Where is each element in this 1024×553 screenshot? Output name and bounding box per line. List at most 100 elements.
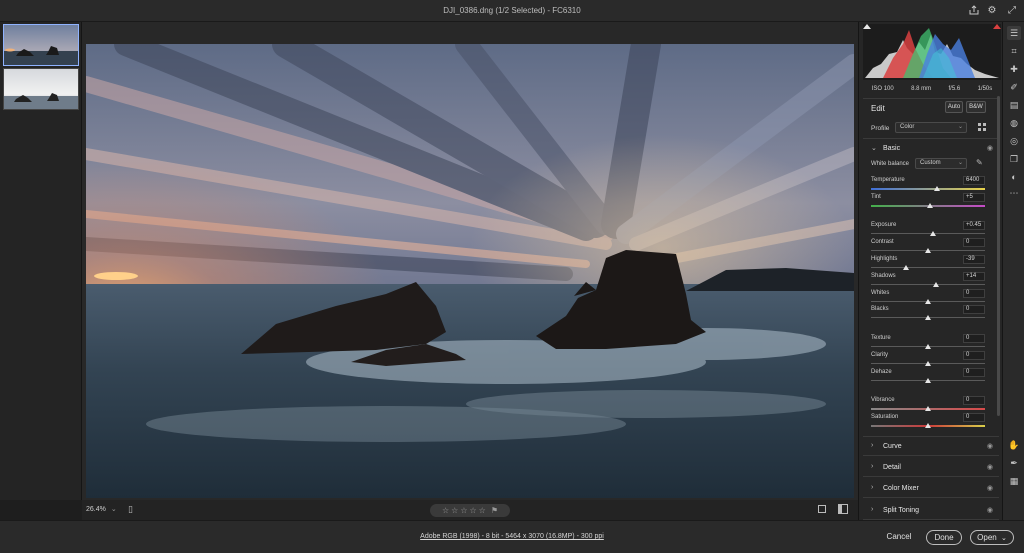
slider-texture[interactable]: Texture 0 bbox=[871, 334, 985, 351]
visibility-eye-icon[interactable]: ◉ bbox=[987, 463, 993, 471]
section-curve[interactable]: › Curve ◉ bbox=[863, 438, 999, 456]
star-rating[interactable]: ☆ ☆ ☆ ☆ ☆ ⚑ bbox=[430, 504, 510, 517]
slider-label: Contrast bbox=[871, 239, 894, 245]
shadow-clipping-icon[interactable] bbox=[863, 24, 871, 29]
slider-blacks[interactable]: Blacks 0 bbox=[871, 305, 985, 322]
bw-button[interactable]: B&W bbox=[966, 101, 986, 113]
slider-dehaze[interactable]: Dehaze 0 bbox=[871, 368, 985, 385]
slider-temperature[interactable]: Temperature 6400 bbox=[871, 176, 985, 193]
slider-thumb[interactable] bbox=[925, 423, 931, 428]
slider-value-input[interactable]: +0.45 bbox=[963, 221, 985, 230]
slider-value-input[interactable]: -39 bbox=[963, 255, 985, 264]
white-balance-dropdown[interactable]: Custom ⌄ bbox=[915, 158, 967, 169]
cancel-button[interactable]: Cancel bbox=[882, 530, 916, 545]
slider-thumb[interactable] bbox=[925, 248, 931, 253]
workflow-options-link[interactable]: Adobe RGB (1998) - 8 bit - 5464 x 3070 (… bbox=[0, 533, 1024, 540]
filmstrip-toggle-icon[interactable]: ▯ bbox=[128, 504, 136, 516]
panel-scrollbar[interactable] bbox=[997, 96, 1000, 416]
slider-value-input[interactable]: 0 bbox=[963, 238, 985, 247]
slider-saturation[interactable]: Saturation 0 bbox=[871, 413, 985, 430]
slider-track[interactable] bbox=[871, 284, 985, 285]
export-icon[interactable] bbox=[968, 5, 980, 17]
star-icon[interactable]: ☆ bbox=[451, 506, 458, 515]
visibility-eye-icon[interactable]: ◉ bbox=[987, 144, 993, 152]
gear-icon[interactable]: ⚙ bbox=[986, 5, 998, 17]
brush-icon[interactable]: ✐ bbox=[1007, 80, 1021, 94]
slider-thumb[interactable] bbox=[925, 299, 931, 304]
edit-sliders-icon[interactable]: ☰ bbox=[1007, 26, 1021, 40]
highlight-clipping-icon[interactable] bbox=[993, 24, 1001, 29]
slider-label: Texture bbox=[871, 335, 891, 341]
snapshots-icon[interactable]: ❐ bbox=[1007, 152, 1021, 166]
slider-value-input[interactable]: 0 bbox=[963, 334, 985, 343]
slider-thumb[interactable] bbox=[925, 406, 931, 411]
thumbnail-1[interactable] bbox=[3, 24, 79, 66]
star-icon[interactable]: ☆ bbox=[479, 506, 486, 515]
star-icon[interactable]: ☆ bbox=[442, 506, 449, 515]
image-canvas[interactable] bbox=[82, 22, 858, 500]
slider-label: Exposure bbox=[871, 222, 897, 228]
profile-browser-icon[interactable] bbox=[977, 122, 987, 132]
thumbnail-2[interactable] bbox=[3, 68, 79, 110]
slider-thumb[interactable] bbox=[925, 344, 931, 349]
done-button[interactable]: Done bbox=[926, 530, 962, 545]
hand-icon[interactable]: ✋ bbox=[1007, 438, 1021, 452]
visibility-eye-icon[interactable]: ◉ bbox=[987, 442, 993, 450]
slider-value-input[interactable]: 0 bbox=[963, 413, 985, 422]
visibility-eye-icon[interactable]: ◉ bbox=[987, 484, 993, 492]
visibility-eye-icon[interactable]: ◉ bbox=[987, 506, 993, 514]
radial-filter-icon[interactable]: ◍ bbox=[1007, 116, 1021, 130]
zoom-level[interactable]: 26.4% ⌄ bbox=[86, 505, 117, 513]
slider-shadows[interactable]: Shadows +14 bbox=[871, 272, 985, 289]
slider-contrast[interactable]: Contrast 0 bbox=[871, 238, 985, 255]
slider-thumb[interactable] bbox=[925, 378, 931, 383]
healing-icon[interactable]: ✚ bbox=[1007, 62, 1021, 76]
slider-exposure[interactable]: Exposure +0.45 bbox=[871, 221, 985, 238]
red-eye-icon[interactable]: ◎ bbox=[1007, 134, 1021, 148]
white-balance-label: White balance bbox=[871, 161, 910, 167]
slider-value-input[interactable]: +5 bbox=[963, 193, 985, 202]
slider-thumb[interactable] bbox=[929, 231, 936, 236]
slider-whites[interactable]: Whites 0 bbox=[871, 289, 985, 306]
slider-track[interactable] bbox=[871, 188, 985, 190]
slider-clarity[interactable]: Clarity 0 bbox=[871, 351, 985, 368]
expand-icon[interactable]: ⤢ bbox=[1006, 5, 1018, 17]
slider-thumb[interactable] bbox=[925, 361, 931, 366]
star-icon[interactable]: ☆ bbox=[460, 506, 467, 515]
slider-value-input[interactable]: 0 bbox=[963, 351, 985, 360]
slider-thumb[interactable] bbox=[934, 186, 941, 191]
slider-value-input[interactable]: +14 bbox=[963, 272, 985, 281]
slider-track[interactable] bbox=[871, 267, 985, 268]
star-icon[interactable]: ☆ bbox=[470, 506, 477, 515]
slider-thumb[interactable] bbox=[927, 203, 934, 208]
flag-icon[interactable]: ⚑ bbox=[491, 506, 498, 515]
view-mode-icon[interactable] bbox=[818, 505, 826, 513]
slider-thumb[interactable] bbox=[903, 265, 910, 270]
more-icon[interactable]: ⋯ bbox=[1007, 186, 1021, 200]
graduated-filter-icon[interactable]: ▤ bbox=[1007, 98, 1021, 112]
slider-tint[interactable]: Tint +5 bbox=[871, 193, 985, 210]
section-basic[interactable]: ⌄ Basic ◉ bbox=[863, 140, 999, 158]
slider-vibrance[interactable]: Vibrance 0 bbox=[871, 396, 985, 413]
slider-value-input[interactable]: 0 bbox=[963, 289, 985, 298]
slider-thumb[interactable] bbox=[925, 315, 931, 320]
slider-thumb[interactable] bbox=[932, 282, 939, 287]
auto-button[interactable]: Auto bbox=[945, 101, 963, 113]
eyedropper-icon[interactable]: ✎ bbox=[976, 158, 986, 168]
grid-icon[interactable]: ▦ bbox=[1007, 474, 1021, 488]
slider-highlights[interactable]: Highlights -39 bbox=[871, 255, 985, 272]
color-sampler-icon[interactable]: ✒ bbox=[1007, 456, 1021, 470]
presets-icon[interactable]: ◐ bbox=[1007, 170, 1021, 184]
slider-value-input[interactable]: 0 bbox=[963, 305, 985, 314]
section-detail[interactable]: › Detail ◉ bbox=[863, 459, 999, 477]
section-split-toning[interactable]: › Split Toning ◉ bbox=[863, 502, 999, 520]
section-color-mixer[interactable]: › Color Mixer ◉ bbox=[863, 480, 999, 498]
slider-value-input[interactable]: 0 bbox=[963, 396, 985, 405]
open-button[interactable]: Open ⌄ bbox=[970, 530, 1014, 545]
before-after-icon[interactable] bbox=[838, 504, 848, 514]
crop-icon[interactable]: ⌗ bbox=[1007, 44, 1021, 58]
profile-dropdown[interactable]: Color ⌄ bbox=[895, 122, 967, 133]
slider-value-input[interactable]: 0 bbox=[963, 368, 985, 377]
slider-value-input[interactable]: 6400 bbox=[963, 176, 985, 185]
slider-track[interactable] bbox=[871, 233, 985, 234]
